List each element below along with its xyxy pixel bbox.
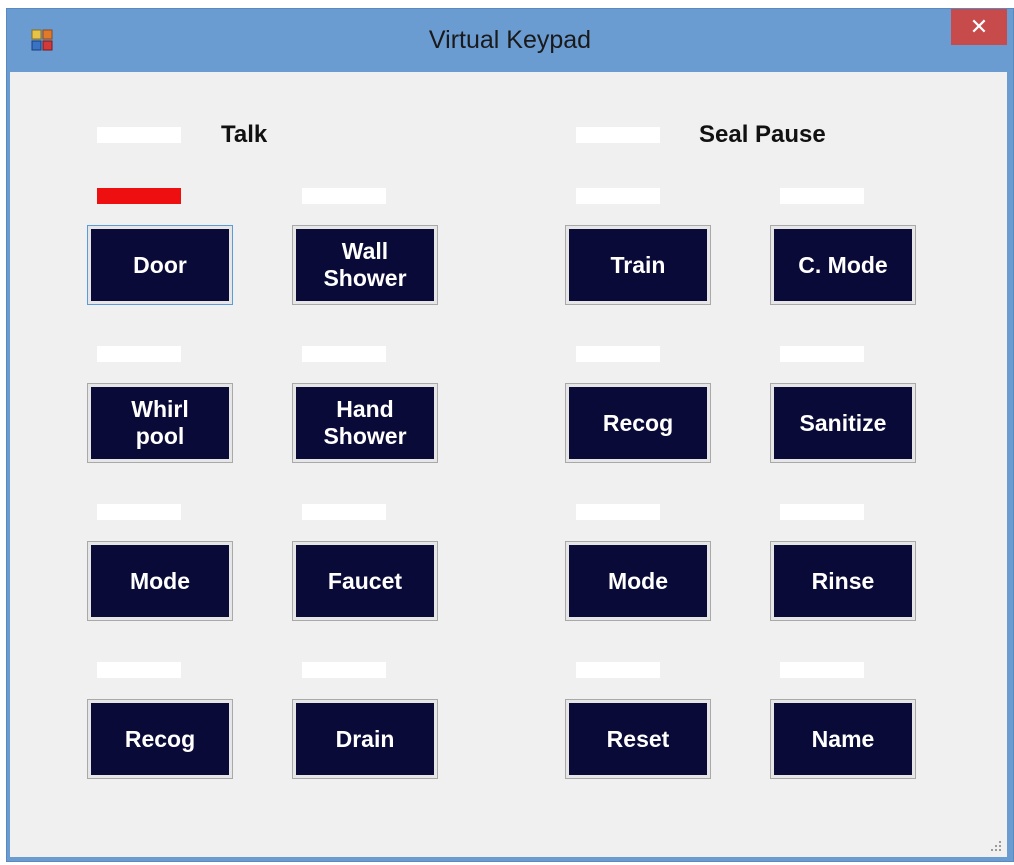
talk-label: Talk xyxy=(221,121,268,148)
train-button[interactable]: Train xyxy=(565,225,711,305)
train-indicator xyxy=(576,188,660,204)
reset-button[interactable]: Reset xyxy=(565,699,711,779)
whirlpool-button[interactable]: Whirl pool xyxy=(87,383,233,463)
c-mode-button[interactable]: C. Mode xyxy=(770,225,916,305)
talk-indicator xyxy=(97,127,181,143)
door-indicator xyxy=(97,188,181,204)
virtual-keypad-window: Virtual Keypad ✕ Talk Seal Pause Door Wa… xyxy=(6,8,1014,862)
wall-shower-indicator xyxy=(302,188,386,204)
rinse-indicator xyxy=(780,504,864,520)
recog-right-indicator xyxy=(576,346,660,362)
hand-shower-button[interactable]: Hand Shower xyxy=(292,383,438,463)
whirlpool-indicator xyxy=(97,346,181,362)
close-icon: ✕ xyxy=(969,14,989,39)
mode-right-button[interactable]: Mode xyxy=(565,541,711,621)
sanitize-indicator xyxy=(780,346,864,362)
mode-left-indicator xyxy=(97,504,181,520)
name-indicator xyxy=(780,662,864,678)
c-mode-indicator xyxy=(780,188,864,204)
door-button[interactable]: Door xyxy=(87,225,233,305)
wall-shower-button[interactable]: Wall Shower xyxy=(292,225,438,305)
recog-left-button[interactable]: Recog xyxy=(87,699,233,779)
reset-indicator xyxy=(576,662,660,678)
sanitize-button[interactable]: Sanitize xyxy=(770,383,916,463)
recog-right-button[interactable]: Recog xyxy=(565,383,711,463)
name-button[interactable]: Name xyxy=(770,699,916,779)
rinse-button[interactable]: Rinse xyxy=(770,541,916,621)
resize-grip-icon[interactable] xyxy=(989,839,1003,853)
mode-left-button[interactable]: Mode xyxy=(87,541,233,621)
close-button[interactable]: ✕ xyxy=(951,9,1007,45)
seal-pause-label: Seal Pause xyxy=(699,121,826,148)
faucet-indicator xyxy=(302,504,386,520)
title-bar[interactable]: Virtual Keypad ✕ xyxy=(7,9,1013,71)
drain-button[interactable]: Drain xyxy=(292,699,438,779)
mode-right-indicator xyxy=(576,504,660,520)
recog-left-indicator xyxy=(97,662,181,678)
faucet-button[interactable]: Faucet xyxy=(292,541,438,621)
keypad-panel: Talk Seal Pause Door Wall Shower Train C… xyxy=(10,72,1007,857)
hand-shower-indicator xyxy=(302,346,386,362)
seal-pause-indicator xyxy=(576,127,660,143)
window-title: Virtual Keypad xyxy=(428,26,592,54)
drain-indicator xyxy=(302,662,386,678)
